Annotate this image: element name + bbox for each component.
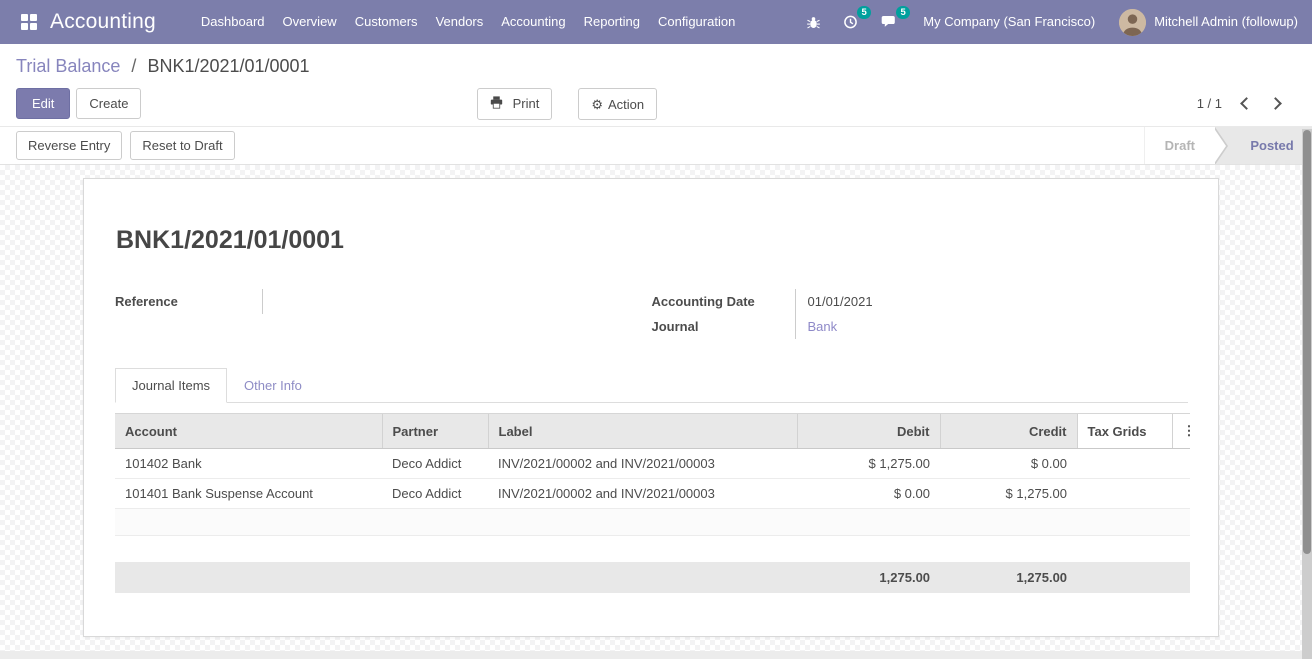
- reference-label: Reference: [115, 289, 263, 314]
- empty-table-row[interactable]: [115, 509, 1190, 536]
- field-group-left: Reference: [115, 289, 652, 339]
- reference-field-row: Reference: [115, 289, 652, 314]
- breadcrumb-separator: /: [125, 56, 142, 76]
- column-header-debit[interactable]: Debit: [797, 414, 940, 449]
- cell-debit[interactable]: $ 0.00: [797, 479, 940, 509]
- menu-vendors[interactable]: Vendors: [427, 0, 493, 44]
- accounting-date-label: Accounting Date: [652, 289, 796, 314]
- reset-to-draft-button[interactable]: Reset to Draft: [130, 131, 234, 160]
- center-buttons: Print ⚙ Action: [477, 88, 657, 120]
- status-posted[interactable]: Posted: [1232, 127, 1312, 164]
- entry-title: BNK1/2021/01/0001: [116, 226, 1188, 255]
- apps-grid-icon[interactable]: [21, 14, 37, 30]
- control-panel: Edit Create Print ⚙ Action 1 / 1: [0, 83, 1312, 126]
- cell-credit[interactable]: $ 1,275.00: [940, 479, 1077, 509]
- debug-bug-icon[interactable]: [795, 0, 832, 44]
- cell-tax-grids[interactable]: [1077, 479, 1172, 509]
- messages-chat-icon[interactable]: 5: [870, 0, 909, 44]
- optional-columns-icon[interactable]: ⋮: [1172, 414, 1190, 449]
- column-header-partner[interactable]: Partner: [382, 414, 488, 449]
- messages-badge: 5: [896, 6, 910, 19]
- journal-items-table: Account Partner Label Debit Credit Tax G…: [115, 413, 1190, 536]
- accounting-date-field-row: Accounting Date 01/01/2021: [652, 289, 1189, 314]
- menu-accounting[interactable]: Accounting: [492, 0, 574, 44]
- table-header-row: Account Partner Label Debit Credit Tax G…: [115, 414, 1190, 449]
- column-header-account[interactable]: Account: [115, 414, 382, 449]
- cell-partner[interactable]: Deco Addict: [382, 479, 488, 509]
- user-menu[interactable]: Mitchell Admin (followup): [1154, 0, 1312, 44]
- user-avatar[interactable]: [1119, 9, 1146, 36]
- field-group-right: Accounting Date 01/01/2021 Journal Bank: [652, 289, 1189, 339]
- activities-badge: 5: [857, 6, 871, 19]
- activities-clock-icon[interactable]: 5: [832, 0, 870, 44]
- field-groups: Reference Accounting Date 01/01/2021 Jou…: [115, 289, 1188, 339]
- cell-account[interactable]: 101402 Bank: [115, 449, 382, 479]
- total-debit: 1,275.00: [797, 562, 940, 593]
- horizontal-scrollbar-track[interactable]: [0, 651, 1302, 659]
- table-row[interactable]: 101402 Bank Deco Addict INV/2021/00002 a…: [115, 449, 1190, 479]
- reverse-entry-button[interactable]: Reverse Entry: [16, 131, 122, 160]
- form-view-background: BNK1/2021/01/0001 Reference Accounting D…: [0, 165, 1312, 658]
- status-widget: Draft Posted: [1144, 127, 1312, 164]
- action-button[interactable]: ⚙ Action: [578, 88, 657, 120]
- column-header-credit[interactable]: Credit: [940, 414, 1077, 449]
- navbar-right: 5 5 My Company (San Francisco) Mitchell …: [795, 0, 1312, 44]
- breadcrumb-parent-link[interactable]: Trial Balance: [16, 56, 120, 76]
- table-row[interactable]: 101401 Bank Suspense Account Deco Addict…: [115, 479, 1190, 509]
- form-statusbar: Reverse Entry Reset to Draft Draft Poste…: [0, 126, 1312, 165]
- pager: 1 / 1: [1197, 96, 1296, 111]
- column-header-label[interactable]: Label: [488, 414, 797, 449]
- breadcrumb: Trial Balance / BNK1/2021/01/0001: [0, 44, 1312, 83]
- total-credit: 1,275.00: [940, 562, 1077, 593]
- menu-configuration[interactable]: Configuration: [649, 0, 744, 44]
- menu-dashboard[interactable]: Dashboard: [192, 0, 274, 44]
- menu-reporting[interactable]: Reporting: [575, 0, 649, 44]
- menu-customers[interactable]: Customers: [346, 0, 427, 44]
- cell-debit[interactable]: $ 1,275.00: [797, 449, 940, 479]
- print-button[interactable]: Print: [477, 88, 552, 120]
- create-button[interactable]: Create: [76, 88, 141, 119]
- reference-value: [263, 289, 275, 314]
- column-header-tax-grids[interactable]: Tax Grids: [1077, 414, 1172, 449]
- main-menu: Dashboard Overview Customers Vendors Acc…: [192, 0, 744, 44]
- company-switcher[interactable]: My Company (San Francisco): [909, 0, 1109, 44]
- menu-overview[interactable]: Overview: [274, 0, 346, 44]
- app-brand[interactable]: Accounting: [50, 10, 156, 34]
- cell-partner[interactable]: Deco Addict: [382, 449, 488, 479]
- cell-credit[interactable]: $ 0.00: [940, 449, 1077, 479]
- vertical-scrollbar-thumb[interactable]: [1303, 130, 1311, 554]
- journal-value-link[interactable]: Bank: [796, 314, 838, 339]
- top-navbar: Accounting Dashboard Overview Customers …: [0, 0, 1312, 44]
- vertical-scrollbar-track[interactable]: [1302, 129, 1312, 659]
- cell-account[interactable]: 101401 Bank Suspense Account: [115, 479, 382, 509]
- status-arrow-divider: [1215, 127, 1232, 164]
- accounting-date-value: 01/01/2021: [796, 289, 873, 314]
- printer-icon: [490, 97, 507, 112]
- journal-field-row: Journal Bank: [652, 314, 1189, 339]
- tab-other-info[interactable]: Other Info: [227, 368, 319, 403]
- cell-tax-grids[interactable]: [1077, 449, 1172, 479]
- action-button-label: Action: [608, 97, 644, 112]
- pager-next-button[interactable]: [1269, 97, 1282, 110]
- pager-previous-button[interactable]: [1240, 97, 1253, 110]
- pager-value: 1 / 1: [1197, 96, 1222, 111]
- print-button-label: Print: [513, 96, 540, 111]
- edit-button[interactable]: Edit: [16, 88, 70, 119]
- notebook-tabs: Journal Items Other Info: [115, 367, 1188, 403]
- totals-row: 1,275.00 1,275.00: [115, 562, 1190, 593]
- tab-journal-items[interactable]: Journal Items: [115, 368, 227, 403]
- status-draft[interactable]: Draft: [1144, 127, 1215, 164]
- gear-icon: ⚙: [591, 97, 603, 112]
- breadcrumb-current: BNK1/2021/01/0001: [147, 56, 309, 76]
- journal-label: Journal: [652, 314, 796, 339]
- form-sheet: BNK1/2021/01/0001 Reference Accounting D…: [83, 178, 1219, 637]
- cell-label[interactable]: INV/2021/00002 and INV/2021/00003: [488, 479, 797, 509]
- cell-label[interactable]: INV/2021/00002 and INV/2021/00003: [488, 449, 797, 479]
